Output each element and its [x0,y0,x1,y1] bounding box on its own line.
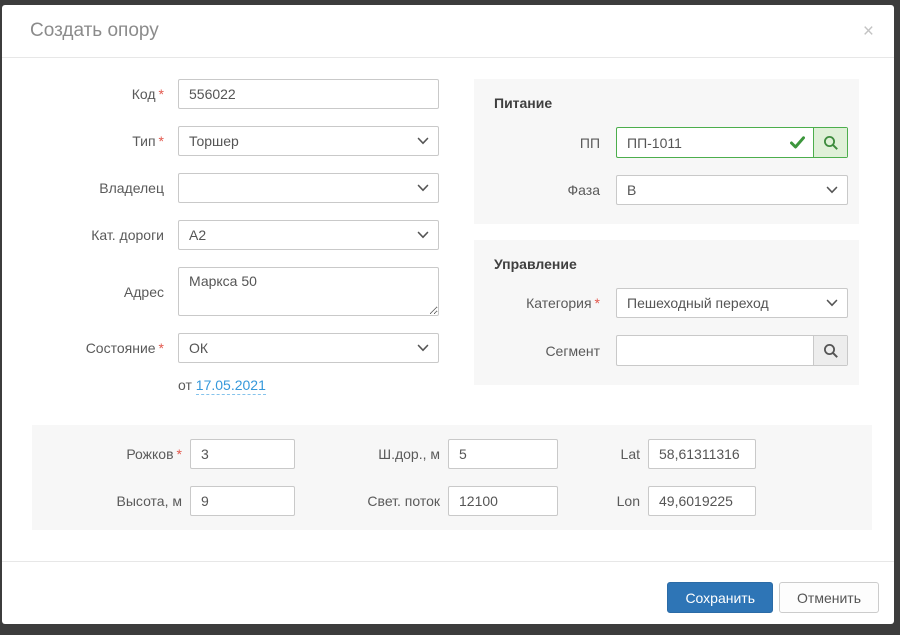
lat-label: Lat [566,446,640,462]
power-panel-title: Питание [494,95,848,111]
kat-dorogi-select[interactable]: A2 [178,220,439,250]
svet-potok-input[interactable] [448,486,558,516]
vysota-input[interactable] [190,486,295,516]
chevron-down-icon [417,344,429,352]
dialog-footer: Сохранить Отменить [2,561,894,624]
close-icon[interactable]: × [863,22,874,41]
chevron-down-icon [826,186,838,194]
parameters-band: Рожков* Ш.дор., м Lat Высота, м Свет. по… [32,425,872,530]
pp-search-button[interactable] [813,128,847,157]
tip-label: Тип* [32,133,164,149]
search-icon [823,343,839,359]
shdor-input[interactable] [448,439,558,469]
field-row-tip: Тип* Торшер [32,126,439,156]
adres-label: Адрес [32,284,164,300]
vladelec-label: Владелец [32,180,164,196]
segment-input-group [616,335,848,366]
dialog-title: Создать опору [30,20,159,42]
state-date-link[interactable]: 17.05.2021 [196,377,266,395]
faza-label: Фаза [494,182,600,198]
kat-dorogi-label: Кат. дороги [32,227,164,243]
field-row-faza: Фаза B [494,175,848,205]
field-row-kod: Код* [32,79,439,109]
field-row-segment: Сегмент [494,335,848,366]
chevron-down-icon [826,299,838,307]
field-row-kategoriya: Категория* Пешеходный переход [494,288,848,318]
segment-label: Сегмент [494,343,600,359]
rozhkov-label: Рожков* [44,446,182,462]
side-panels-column: Питание ПП Фаза B [474,79,859,401]
segment-search-button[interactable] [813,336,847,365]
cancel-button[interactable]: Отменить [779,582,879,613]
create-support-dialog: Создать опору × Код* Тип* Торшер Владеле… [2,5,894,624]
dialog-header: Создать опору × [2,5,894,58]
general-fields-column: Код* Тип* Торшер Владелец [32,79,439,401]
control-panel: Управление Категория* Пешеходный переход… [474,240,859,385]
field-row-kat-dorogi: Кат. дороги A2 [32,220,439,250]
sostoyanie-select[interactable]: ОК [178,333,439,363]
field-row-pp: ПП [494,127,848,158]
power-panel: Питание ПП Фаза B [474,79,859,224]
lon-label: Lon [566,493,640,509]
lat-input[interactable] [648,439,756,469]
field-row-vladelec: Владелец [32,173,439,203]
field-row-sostoyanie: Состояние* ОК [32,333,439,363]
sostoyanie-label: Состояние* [32,340,164,356]
vladelec-select[interactable] [178,173,439,203]
tip-select[interactable]: Торшер [178,126,439,156]
dialog-body: Код* Тип* Торшер Владелец [2,58,894,401]
pp-label: ПП [494,135,600,151]
chevron-down-icon [417,184,429,192]
lon-input[interactable] [648,486,756,516]
vysota-label: Высота, м [44,493,182,509]
state-date-row: от 17.05.2021 [178,377,439,393]
search-icon [823,135,839,151]
state-date-prefix: от [178,377,192,393]
adres-textarea[interactable]: Маркса 50 [178,267,439,316]
shdor-label: Ш.дор., м [303,446,440,462]
control-panel-title: Управление [494,256,848,272]
kod-label: Код* [32,86,164,102]
segment-input[interactable] [617,336,813,365]
check-icon [790,136,805,149]
kategoriya-label: Категория* [494,295,600,311]
field-row-adres: Адрес Маркса 50 [32,267,439,316]
save-button[interactable]: Сохранить [667,582,773,613]
kategoriya-select[interactable]: Пешеходный переход [616,288,848,318]
kod-input[interactable] [178,79,439,109]
faza-select[interactable]: B [616,175,848,205]
pp-input-group [616,127,848,158]
chevron-down-icon [417,231,429,239]
chevron-down-icon [417,137,429,145]
pp-input[interactable] [617,128,813,157]
svet-potok-label: Свет. поток [303,493,440,509]
rozhkov-input[interactable] [190,439,295,469]
